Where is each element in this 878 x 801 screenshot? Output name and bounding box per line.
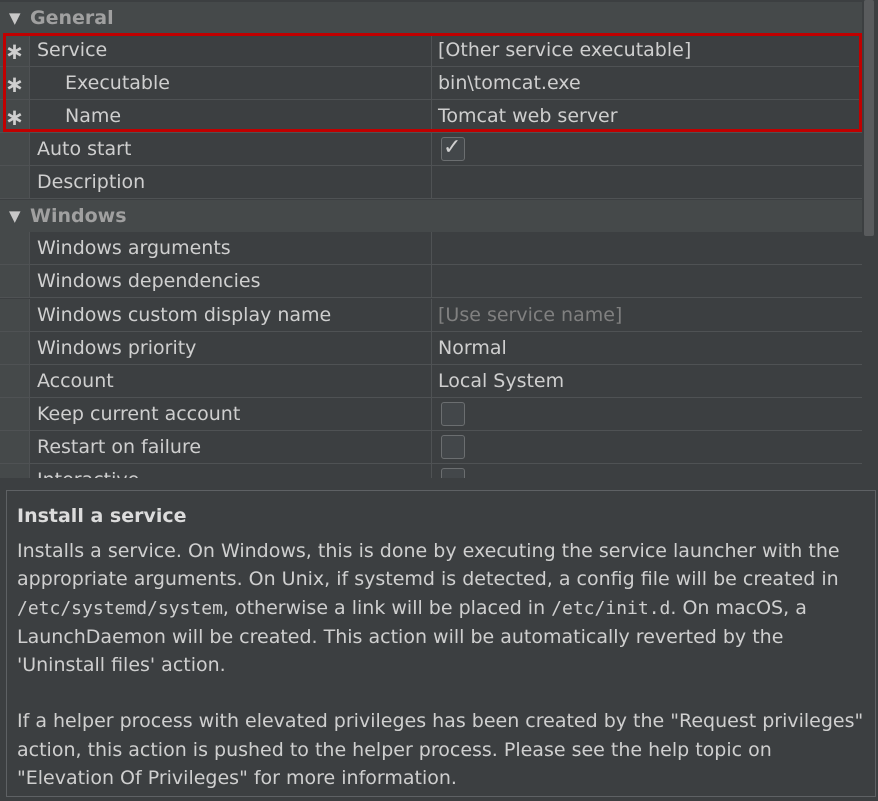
checkmark-icon: ✓ (443, 135, 462, 160)
help-code: /etc/systemd/system (17, 597, 223, 619)
vertical-scrollbar[interactable] (862, 0, 878, 482)
section-windows[interactable]: ▼ Windows (0, 200, 862, 232)
property-name: Windows priority (30, 332, 432, 364)
property-name: Description (30, 166, 432, 198)
row-marker (0, 299, 30, 331)
property-value (432, 431, 862, 463)
property-row-windows-dependencies[interactable]: Windows dependencies (0, 265, 862, 298)
row-marker (0, 464, 30, 478)
property-row-interactive[interactable]: Interactive (0, 464, 862, 478)
property-value[interactable]: [Other service executable] (432, 34, 862, 66)
property-value: ✓ (432, 133, 862, 165)
property-value[interactable]: Local System (432, 365, 862, 397)
property-row-auto-start[interactable]: Auto start ✓ (0, 133, 862, 166)
scrollbar-thumb[interactable] (864, 0, 874, 236)
property-name: Keep current account (30, 398, 432, 430)
property-name: Name (30, 100, 432, 132)
row-marker (0, 133, 30, 165)
property-name: Auto start (30, 133, 432, 165)
property-row-windows-arguments[interactable]: Windows arguments (0, 232, 862, 265)
property-name: Windows arguments (30, 232, 432, 264)
required-asterisk-icon: ∗ (0, 100, 30, 132)
property-value[interactable] (432, 265, 862, 297)
property-value[interactable]: bin\tomcat.exe (432, 67, 862, 99)
expand-triangle-icon[interactable]: ▼ (0, 2, 32, 34)
auto-start-checkbox[interactable]: ✓ (441, 135, 465, 161)
property-value[interactable] (432, 166, 862, 198)
property-row-windows-priority[interactable]: Windows priority Normal (0, 332, 862, 365)
property-name: Windows dependencies (30, 265, 432, 297)
property-name: Service (30, 34, 432, 66)
property-row-account[interactable]: Account Local System (0, 365, 862, 398)
property-value[interactable] (432, 232, 862, 264)
property-name: Interactive (30, 464, 432, 478)
row-marker (0, 431, 30, 463)
help-panel: Install a service Installs a service. On… (6, 490, 876, 797)
properties-grid: ▼ General ∗ Service [Other service execu… (0, 0, 862, 478)
section-title: General (30, 7, 114, 29)
help-paragraph-2: If a helper process with elevated privil… (17, 710, 864, 790)
property-row-description[interactable]: Description (0, 166, 862, 199)
expand-triangle-icon[interactable]: ▼ (0, 200, 32, 232)
required-asterisk-icon: ∗ (0, 34, 30, 66)
property-value[interactable]: Tomcat web server (432, 100, 862, 132)
property-name: Executable (30, 67, 432, 99)
property-value (432, 464, 862, 478)
help-code: /etc/init.d (551, 597, 671, 619)
help-paragraph-1: Installs a service. On Windows, this is … (17, 537, 865, 679)
section-title: Windows (30, 205, 127, 227)
property-row-restart-on-failure[interactable]: Restart on failure (0, 431, 862, 464)
interactive-checkbox[interactable] (441, 468, 465, 478)
property-row-keep-current-account[interactable]: Keep current account (0, 398, 862, 431)
property-row-service[interactable]: ∗ Service [Other service executable] (0, 34, 862, 67)
property-row-windows-custom-display-name[interactable]: Windows custom display name [Use service… (0, 299, 862, 332)
row-marker (0, 398, 30, 430)
keep-current-account-checkbox[interactable] (441, 402, 465, 426)
help-title: Install a service (17, 505, 187, 527)
help-text: Installs a service. On Windows, this is … (17, 540, 840, 591)
restart-on-failure-checkbox[interactable] (441, 435, 465, 459)
property-value-placeholder[interactable]: [Use service name] (432, 299, 862, 331)
help-text: , otherwise a link will be placed in (222, 596, 552, 619)
property-value[interactable]: Normal (432, 332, 862, 364)
row-marker (0, 166, 30, 198)
property-row-executable[interactable]: ∗ Executable bin\tomcat.exe (0, 67, 862, 100)
property-name: Restart on failure (30, 431, 432, 463)
row-marker (0, 265, 30, 297)
section-general[interactable]: ▼ General (0, 2, 862, 34)
row-marker (0, 232, 30, 264)
property-row-name[interactable]: ∗ Name Tomcat web server (0, 100, 862, 133)
property-name: Windows custom display name (30, 299, 432, 331)
required-asterisk-icon: ∗ (0, 67, 30, 99)
property-value (432, 398, 862, 430)
property-name: Account (30, 365, 432, 397)
row-marker (0, 365, 30, 397)
row-marker (0, 332, 30, 364)
